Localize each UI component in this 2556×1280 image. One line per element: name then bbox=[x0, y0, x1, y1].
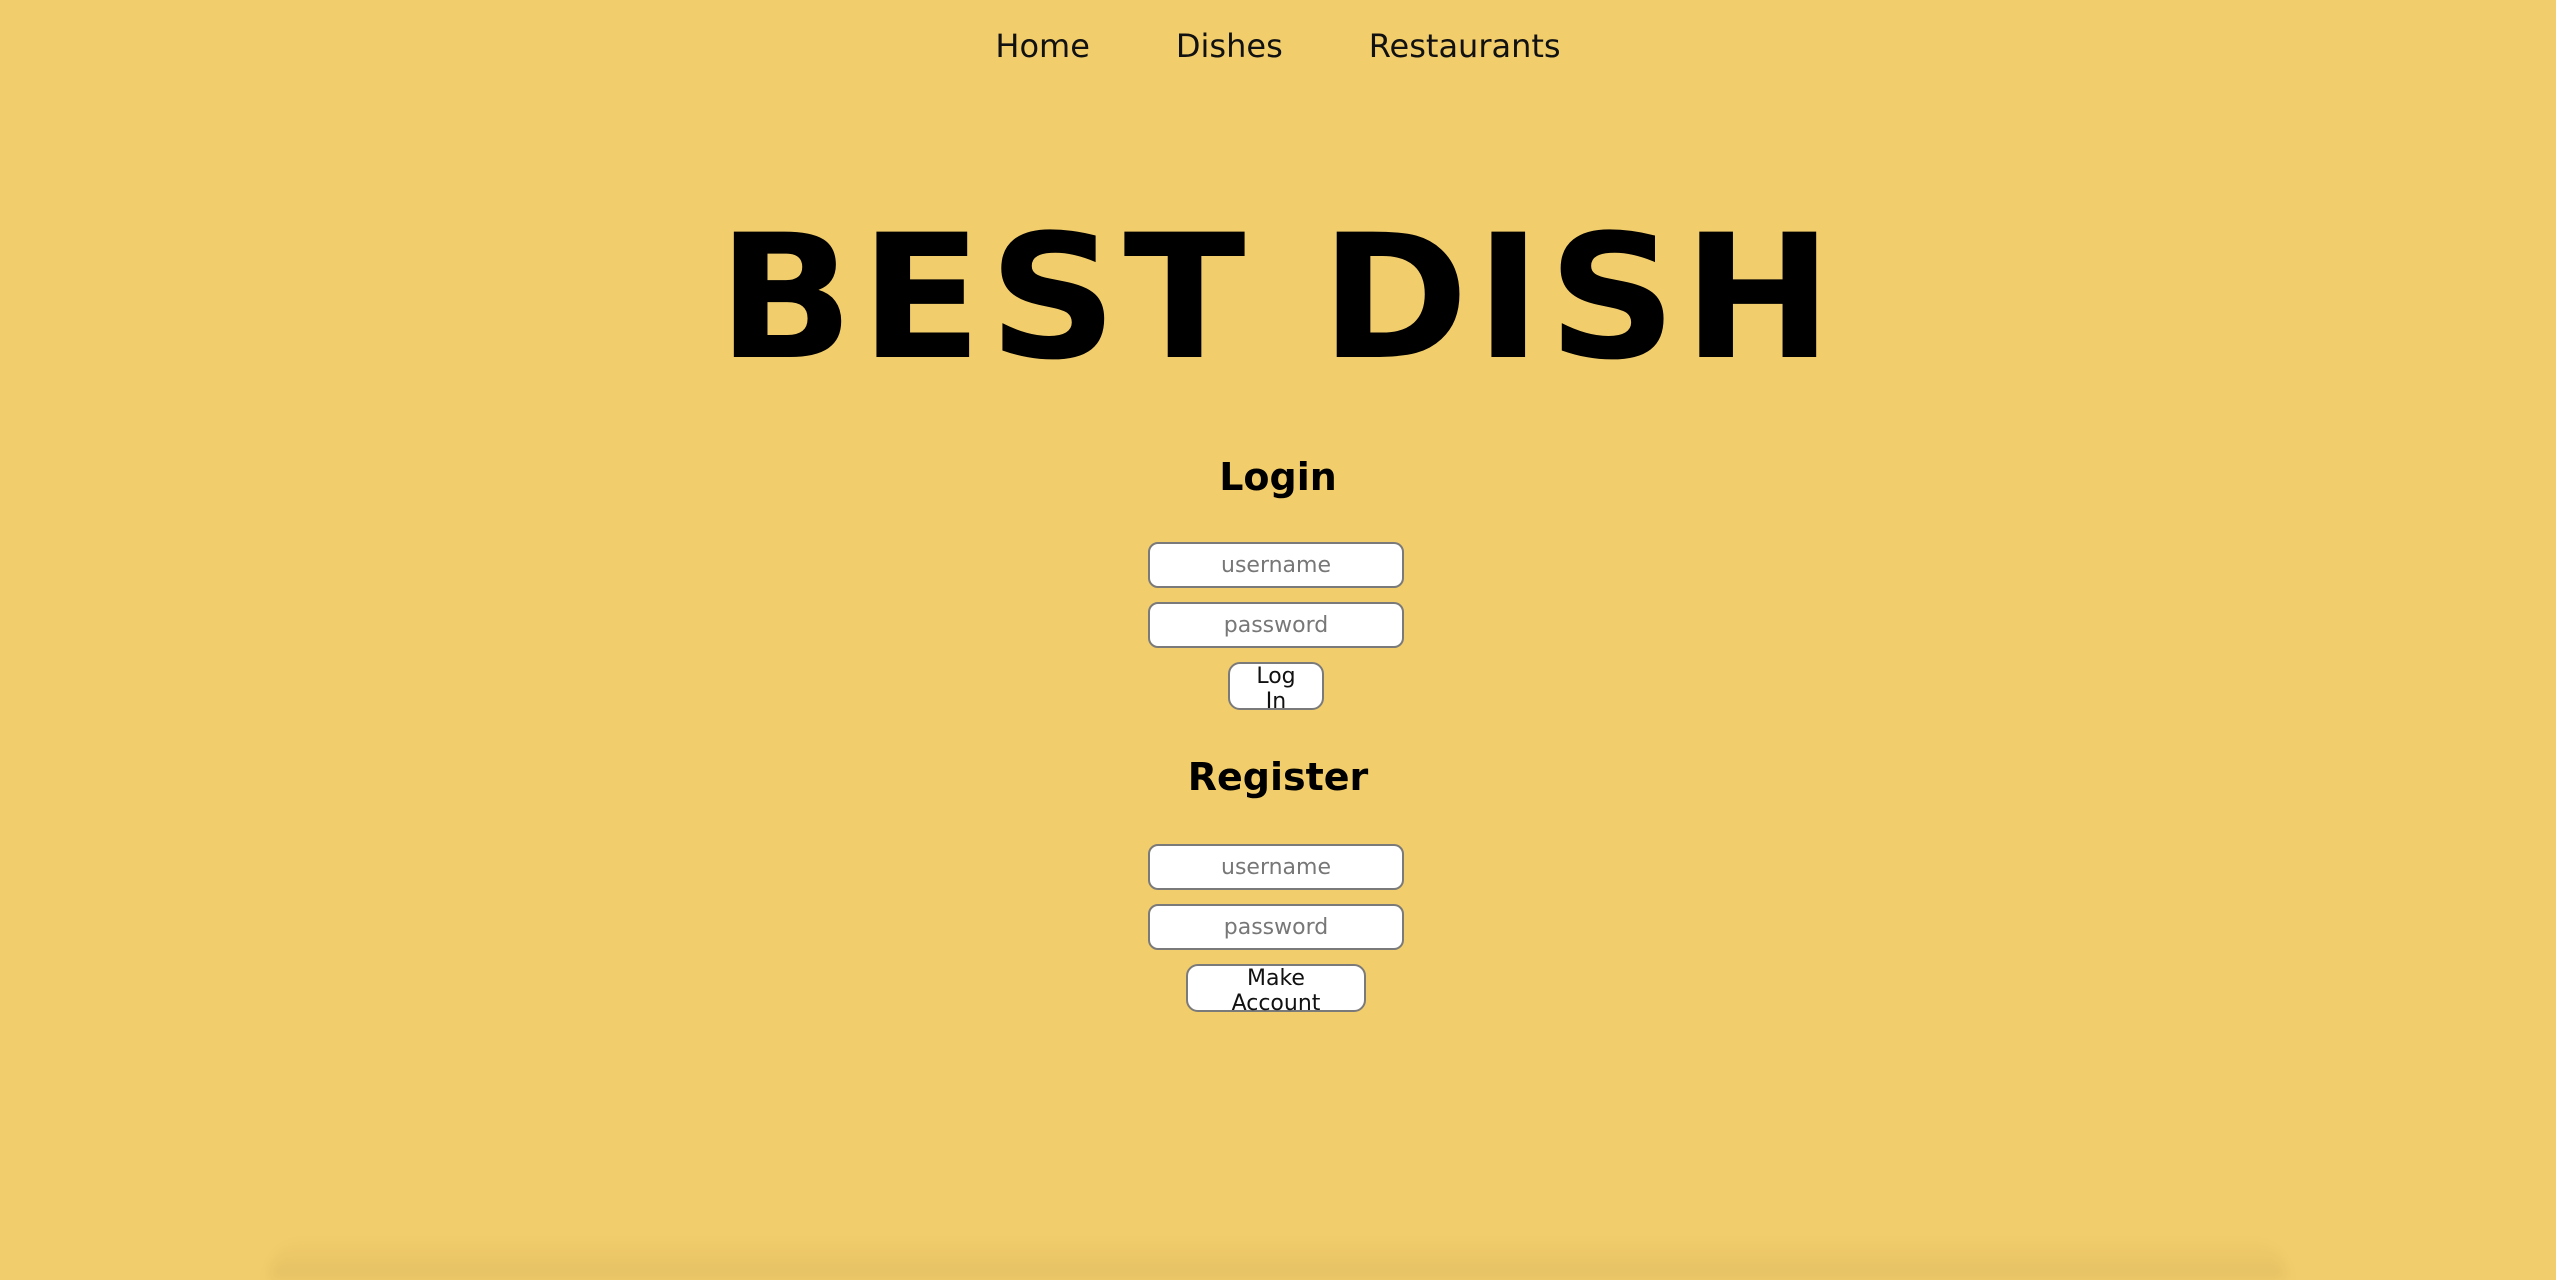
register-password-input[interactable] bbox=[1148, 904, 1404, 950]
login-username-input[interactable] bbox=[1148, 542, 1404, 588]
nav-link-dishes[interactable]: Dishes bbox=[1176, 22, 1283, 70]
make-account-button[interactable]: Make Account bbox=[1186, 964, 1366, 1016]
hero: BEST DISH bbox=[0, 198, 2556, 398]
login-button[interactable]: Log In bbox=[1228, 662, 1324, 714]
register-heading: Register bbox=[1187, 755, 1369, 799]
top-nav: Home Dishes Restaurants bbox=[0, 22, 2556, 70]
login-heading: Login bbox=[1219, 455, 1337, 499]
bottom-shadow bbox=[270, 1238, 2286, 1280]
login-password-input[interactable] bbox=[1148, 602, 1404, 648]
nav-link-home[interactable]: Home bbox=[995, 22, 1090, 70]
register-username-input[interactable] bbox=[1148, 844, 1404, 890]
nav-link-restaurants[interactable]: Restaurants bbox=[1369, 22, 1561, 70]
page: Home Dishes Restaurants BEST DISH Login … bbox=[0, 0, 2556, 1280]
site-logo-title: BEST DISH bbox=[717, 197, 1839, 398]
